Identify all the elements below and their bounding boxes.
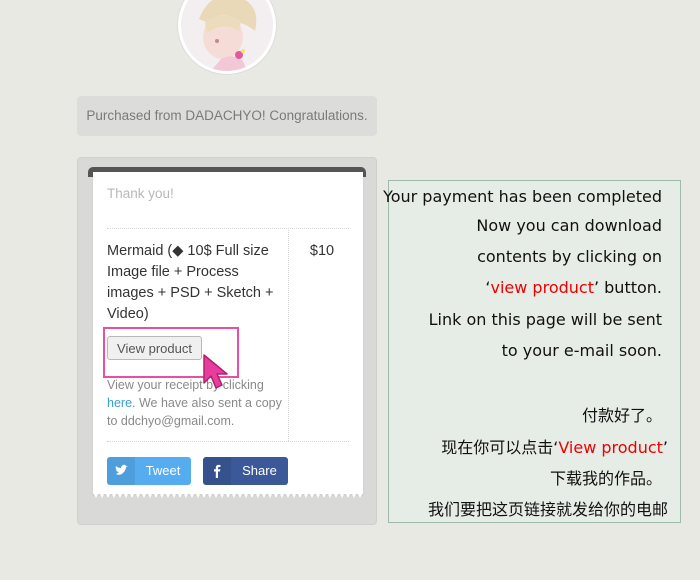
receipt-note-text: . We have also sent a copy to ddchyo@gma… bbox=[107, 396, 282, 428]
info-text: ’ bbox=[662, 438, 668, 457]
purchase-notice: Purchased from DADACHYO! Congratulations… bbox=[77, 96, 377, 136]
info-line: to your e-mail soon. bbox=[501, 341, 662, 360]
item-name: Mermaid (◆ 10$ Full size Image file + Pr… bbox=[107, 243, 274, 322]
instructions-panel: Your payment has been completed Now you … bbox=[383, 180, 681, 523]
share-button[interactable]: Share bbox=[203, 457, 288, 485]
info-line: 付款好了。 bbox=[581, 406, 662, 425]
info-line: contents by clicking on bbox=[477, 247, 662, 266]
info-line: ‘view product’ button. bbox=[485, 278, 662, 297]
info-line: Now you can download bbox=[476, 216, 662, 235]
share-label: Share bbox=[242, 463, 277, 478]
tweet-button[interactable]: Tweet bbox=[107, 457, 191, 485]
receipt-paper: Thank you! Mermaid (◆ 10$ Full size Imag… bbox=[93, 172, 363, 494]
cursor-arrow-icon bbox=[201, 353, 235, 398]
receipt-link[interactable]: here bbox=[107, 396, 132, 410]
info-line: Link on this page will be sent bbox=[428, 310, 662, 329]
divider bbox=[107, 441, 349, 442]
info-text: ’ button. bbox=[593, 278, 662, 297]
divider bbox=[288, 228, 289, 441]
info-highlight-text: view product bbox=[490, 278, 594, 297]
info-line: Your payment has been completed bbox=[383, 187, 662, 206]
info-line: 现在你可以点击‘View product’ bbox=[441, 434, 668, 458]
receipt-thanks: Thank you! bbox=[107, 186, 174, 201]
info-line: 下载我的作品。 bbox=[549, 469, 662, 488]
facebook-f-icon bbox=[203, 457, 231, 485]
info-line: 我们要把这页链接就发给你的电邮 bbox=[427, 500, 668, 519]
receipt-note-text: View your receipt by clicking bbox=[107, 378, 264, 392]
tweet-label: Tweet bbox=[145, 463, 181, 478]
info-text: 现在你可以点击‘ bbox=[441, 438, 559, 457]
twitter-bird-icon bbox=[107, 457, 135, 485]
receipt-frame: Thank you! Mermaid (◆ 10$ Full size Imag… bbox=[77, 157, 377, 525]
receipt-tear-edge bbox=[93, 492, 363, 498]
seller-avatar[interactable] bbox=[178, 0, 276, 74]
info-highlight-text: View product bbox=[558, 438, 663, 457]
receipt-note: View your receipt by clicking here. We h… bbox=[107, 376, 285, 430]
divider bbox=[107, 228, 349, 229]
item-price: $10 bbox=[309, 243, 335, 259]
